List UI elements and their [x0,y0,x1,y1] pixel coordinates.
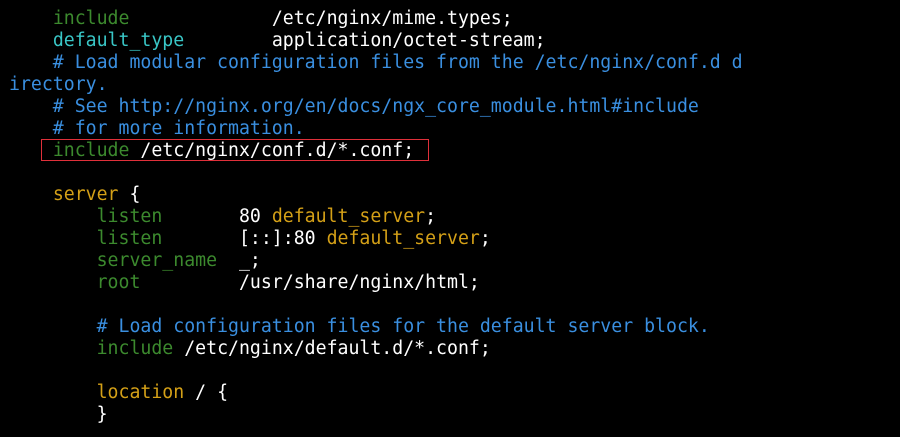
code-token: default_server [326,228,480,249]
code-token: /etc/nginx/mime.types; [129,8,513,29]
code-token: include [96,338,174,359]
code-line: listen [::]:80 default_server; [9,228,491,250]
code-line: } [9,404,108,426]
code-token: application/octet-stream; [184,30,546,51]
code-token: irectory. [9,74,108,95]
code-line: include /etc/nginx/mime.types; [9,8,513,30]
window-edge [900,0,910,437]
code-line: include /etc/nginx/conf.d/*.conf; [9,140,414,162]
code-token: # Load modular configuration files from … [9,52,743,73]
code-token: # Load configuration files for the defau… [9,316,710,337]
code-token: } [9,404,108,425]
code-token: / { [184,382,229,403]
code-line: root /usr/share/nginx/html; [9,272,480,294]
code-token: server_name [96,250,218,271]
code-line: include /etc/nginx/default.d/*.conf; [9,338,491,360]
code-token: # See http://nginx.org/en/docs/ngx_core_… [9,96,699,117]
code-token: { [118,184,141,205]
code-token: /usr/share/nginx/html; [140,272,480,293]
code-token: # for more information. [9,118,305,139]
code-token: _; [217,250,261,271]
code-token: ; [479,228,491,249]
code-line: server { [9,184,141,206]
code-line: server_name _; [9,250,261,272]
code-line: location / { [9,382,228,404]
code-token: /etc/nginx/default.d/*.conf; [173,338,491,359]
code-token: include [52,140,130,161]
code-line: default_type application/octet-stream; [9,30,546,52]
code-token: root [96,272,141,293]
code-token: location [96,382,185,403]
code-token: 80 [162,206,272,227]
code-line: irectory. [9,74,108,96]
code-token: default_type [52,30,185,51]
code-line: # Load modular configuration files from … [9,52,743,74]
code-token: /etc/nginx/conf.d/*.conf; [129,140,415,161]
code-token: server [52,184,119,205]
code-token: default_server [271,206,426,227]
code-line: # See http://nginx.org/en/docs/ngx_core_… [9,96,699,118]
terminal-editor[interactable]: include /etc/nginx/mime.types; default_t… [0,0,900,437]
code-line: # for more information. [9,118,305,140]
code-line: # Load configuration files for the defau… [9,316,710,338]
code-token: ; [425,206,437,227]
code-line: listen 80 default_server; [9,206,436,228]
code-token: listen [96,206,163,227]
code-token: listen [96,228,163,249]
code-token: include [52,8,130,29]
code-token: [::]:80 [162,228,327,249]
